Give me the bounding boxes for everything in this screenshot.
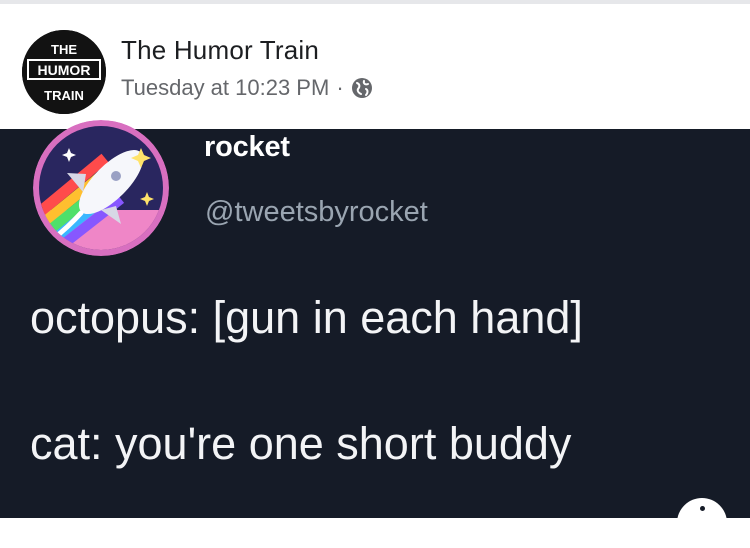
humor-train-logo: THE HUMOR TRAIN: [22, 30, 106, 114]
more-dot-icon: [700, 506, 705, 511]
post-timestamp[interactable]: Tuesday at 10:23 PM: [121, 75, 329, 101]
svg-text:THE: THE: [51, 42, 77, 57]
page-avatar[interactable]: THE HUMOR TRAIN: [22, 30, 106, 114]
more-options-button[interactable]: [677, 498, 727, 548]
post-meta: Tuesday at 10:23 PM ·: [121, 75, 373, 101]
post-header: THE HUMOR TRAIN The Humor Train Tuesday …: [0, 4, 750, 129]
rocket-rainbow-icon: [33, 120, 169, 256]
tweet-line: octopus: [gun in each hand]: [30, 292, 583, 343]
tweet-display-name[interactable]: rocket: [204, 131, 290, 164]
globe-icon[interactable]: [351, 77, 373, 99]
meta-separator: ·: [336, 75, 344, 100]
svg-text:HUMOR: HUMOR: [38, 62, 91, 78]
page-name[interactable]: The Humor Train: [121, 35, 319, 66]
tweet-handle[interactable]: @tweetsbyrocket: [205, 196, 428, 229]
tweet-line: cat: you're one short buddy: [30, 418, 572, 469]
svg-text:TRAIN: TRAIN: [44, 88, 84, 103]
